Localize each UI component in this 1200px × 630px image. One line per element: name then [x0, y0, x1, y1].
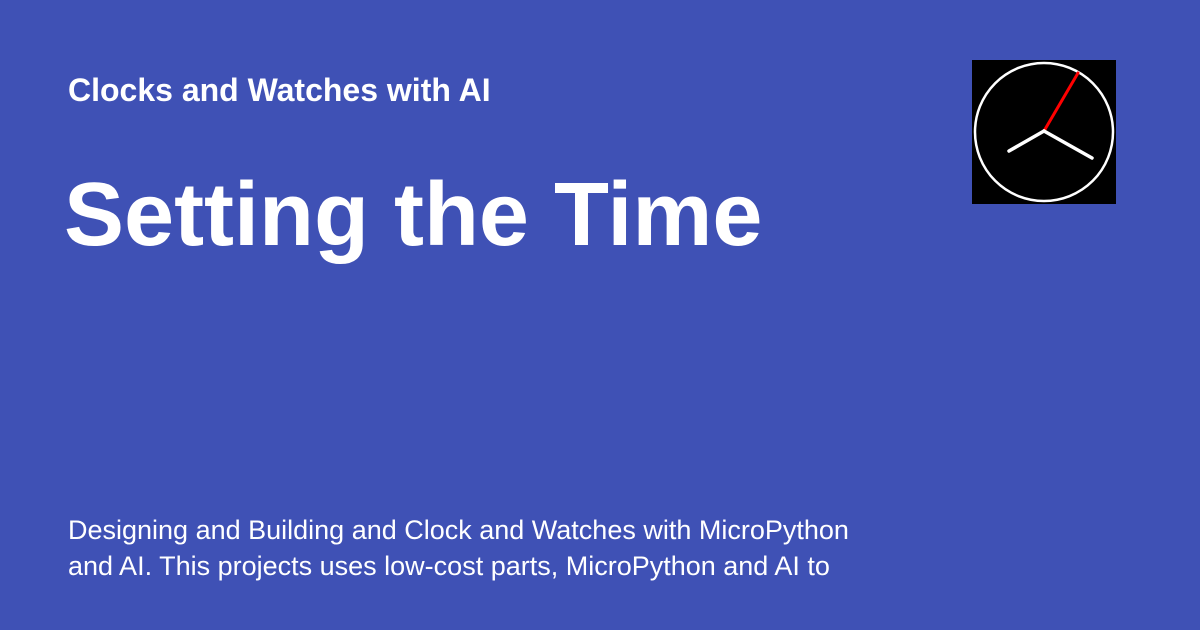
clock-logo: [972, 60, 1116, 204]
hour-hand: [1007, 129, 1046, 153]
site-name: Clocks and Watches with AI: [68, 72, 491, 108]
minute-hand: [1042, 129, 1094, 160]
page-description: Designing and Building and Clock and Wat…: [68, 512, 908, 584]
description-line: and AI. This projects uses low-cost part…: [68, 551, 830, 581]
page-title: Setting the Time: [64, 165, 763, 265]
second-hand: [1042, 71, 1080, 133]
description-line: Designing and Building and Clock and Wat…: [68, 515, 849, 545]
analog-clock-icon: [973, 61, 1115, 203]
